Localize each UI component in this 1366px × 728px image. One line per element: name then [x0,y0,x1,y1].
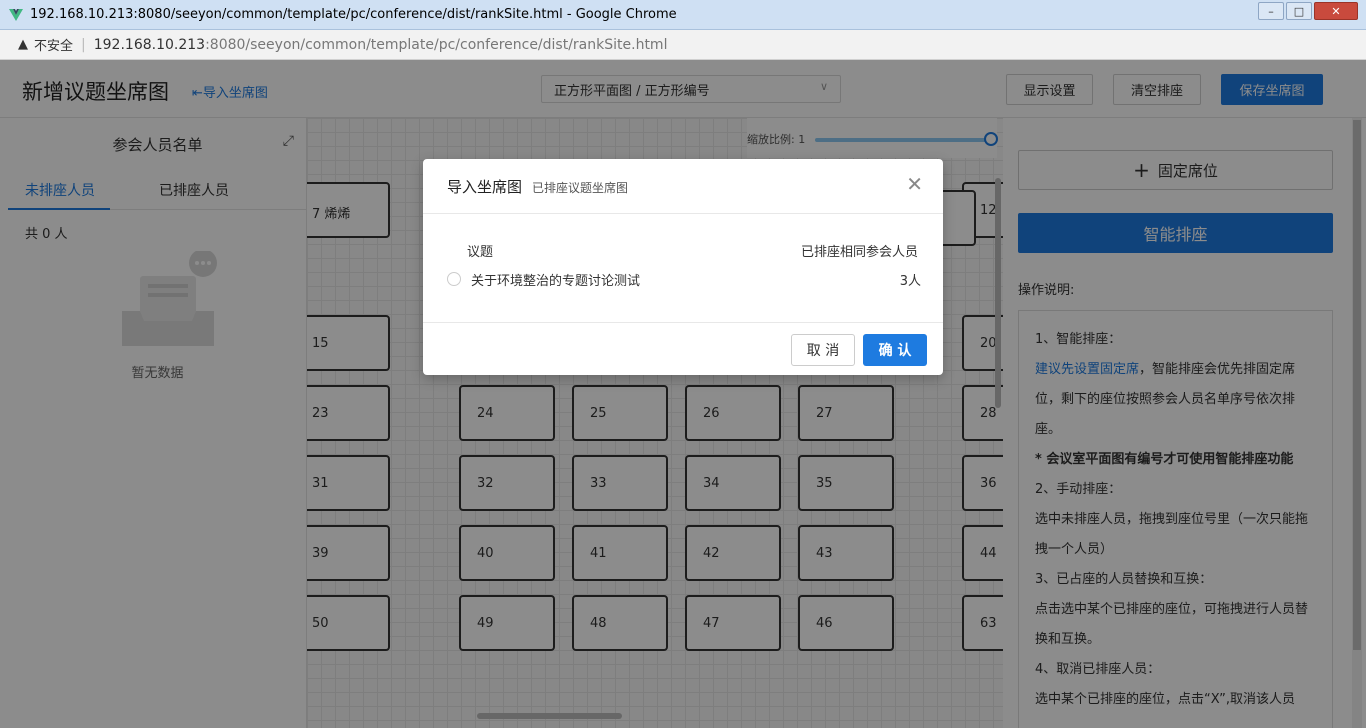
browser-titlebar: 192.168.10.213:8080/seeyon/common/templa… [0,0,1366,30]
confirm-button[interactable]: 确 认 [863,334,927,366]
minimize-icon[interactable]: – [1258,2,1284,20]
column-header-topic: 议题 [467,245,494,260]
maximize-icon[interactable]: □ [1286,2,1312,20]
app-logo-icon [9,8,23,21]
url-text[interactable]: 192.168.10.213:8080/seeyon/common/templa… [94,37,668,53]
url-path: :8080/seeyon/common/template/pc/conferen… [205,36,668,53]
topic-radio[interactable] [447,272,461,286]
dialog-footer: 取 消 确 认 [423,322,943,375]
window-title: 192.168.10.213:8080/seeyon/common/templa… [30,7,677,22]
close-icon[interactable]: ✕ [906,174,923,194]
import-seating-dialog: 导入坐席图 已排座议题坐席图 ✕ 议题 已排座相同参会人员 关于环境整治的专题讨… [423,159,943,375]
address-bar[interactable]: ▲ 不安全 | 192.168.10.213:8080/seeyon/commo… [0,30,1366,60]
topic-attendee-count: 3人 [899,274,921,289]
topic-name[interactable]: 关于环境整治的专题讨论测试 [471,270,640,289]
close-window-icon[interactable]: ✕ [1314,2,1358,20]
window-controls: – □ ✕ [1258,2,1358,20]
dialog-subtitle: 已排座议题坐席图 [532,181,629,195]
warning-icon[interactable]: ▲ [18,37,28,52]
dialog-title: 导入坐席图 [447,178,523,196]
address-divider: | [81,36,86,53]
url-host: 192.168.10.213 [93,36,206,53]
column-header-count: 已排座相同参会人员 [800,245,918,260]
dialog-body: 议题 已排座相同参会人员 关于环境整治的专题讨论测试 3人 [423,215,943,322]
dialog-header: 导入坐席图 已排座议题坐席图 ✕ [423,159,943,214]
cancel-button[interactable]: 取 消 [791,334,855,366]
security-label[interactable]: 不安全 [34,35,73,54]
